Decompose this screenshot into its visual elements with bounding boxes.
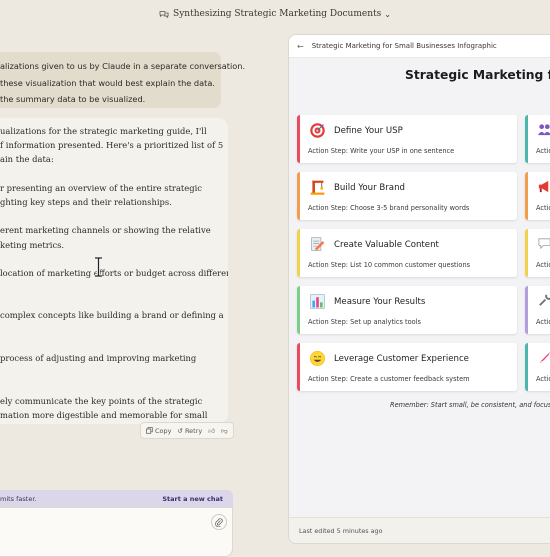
last-edited: Last edited 5 minutes ago (299, 526, 383, 535)
message-actions: Copy ↺ Retry 👍︎ 👎︎ (140, 422, 234, 439)
retry-icon: ↺ (177, 426, 183, 435)
back-arrow-icon[interactable]: ← (297, 42, 304, 51)
assistant-message-line (0, 294, 228, 308)
assistant-message-line (0, 280, 228, 294)
card-create-content: Create Valuable Content Action Step: Lis… (297, 229, 517, 277)
artifact-title: Strategic Marketing for Small Businesses… (311, 42, 497, 50)
card-action-step: Action Step: Set up analytics tools (308, 318, 421, 326)
smile-icon (310, 351, 325, 366)
chevron-down-icon: ⌄ (384, 9, 391, 19)
card-action-step: Actio (536, 147, 550, 155)
card-title: Leverage Customer Experience (334, 354, 469, 364)
card-title: Measure Your Results (334, 297, 426, 307)
assistant-message-line: ely communicate the key points of the st… (0, 395, 203, 406)
user-message: alizations given to us by Claude in a se… (0, 52, 246, 108)
attach-button[interactable] (211, 514, 227, 530)
assistant-message-line: erent marketing channels or showing the … (0, 225, 211, 236)
megaphone-icon (538, 180, 549, 193)
assistant-message-line (0, 365, 228, 379)
artifact-header: ← Strategic Marketing for Small Business… (289, 35, 550, 58)
reminder-text: Remember: Start small, be consistent, an… (390, 401, 550, 409)
retry-label: Retry (184, 426, 203, 435)
thumbs-up-icon[interactable]: 👍︎ (208, 427, 215, 435)
assistant-message-line (0, 209, 228, 223)
assistant-message-line: r presenting an overview of the entire s… (0, 182, 202, 193)
assistant-message-line: ualizations for the strategic marketing … (0, 126, 207, 136)
thumbs-down-icon[interactable]: 👎︎ (221, 427, 228, 435)
limit-banner: mits faster. Start a new chat (0, 490, 233, 507)
copy-icon (146, 427, 153, 434)
target-icon (310, 123, 325, 138)
assistant-message-line (0, 379, 228, 393)
banner-text: mits faster. (0, 494, 37, 503)
construction-icon (310, 180, 325, 195)
chat-bubbles-icon (159, 10, 169, 18)
side-card: Actio (525, 115, 550, 163)
copy-label: Copy (155, 426, 172, 435)
card-action-step: Action Step: Create a customer feedback … (308, 375, 470, 383)
start-new-chat-link[interactable]: Start a new chat (162, 495, 223, 503)
conversation-title-bar[interactable]: Synthesizing Strategic Marketing Documen… (0, 0, 550, 28)
card-action-step: Actio (536, 375, 550, 383)
assistant-message-line: f information presented. Here's a priori… (0, 140, 224, 151)
card-action-step: Actio (536, 204, 550, 212)
assistant-message-line: ghting key steps and their relationships… (0, 196, 172, 207)
card-action-step: Action Step: Write your USP in one sente… (308, 147, 455, 155)
user-message-line: the summary data to be visualized. (0, 94, 146, 104)
assistant-message-line (0, 337, 228, 351)
side-card: Actio (525, 229, 550, 277)
writing-icon (311, 237, 325, 251)
copy-button[interactable]: Copy (146, 427, 172, 435)
conversation-title: Synthesizing Strategic Marketing Documen… (173, 9, 382, 19)
side-card: Actio (525, 286, 550, 334)
assistant-message-line (0, 167, 228, 181)
side-card: Actio (525, 172, 550, 220)
card-define-usp: Define Your USP Action Step: Write your … (297, 115, 517, 163)
assistant-message-line: location of marketing efforts or budget … (0, 267, 228, 278)
artifact-footer: Last edited 5 minutes ago (289, 517, 550, 543)
wrench-icon (539, 294, 550, 306)
card-measure-results: Measure Your Results Action Step: Set up… (297, 286, 517, 334)
assistant-message-line: process of adjusting and improving marke… (0, 353, 197, 363)
assistant-message-line: keting metrics. (0, 239, 65, 250)
assistant-message-line: ain the data: (0, 154, 54, 165)
card-customer-experience: Leverage Customer Experience Action Step… (297, 343, 517, 391)
user-message-line: alizations given to us by Claude in a se… (0, 61, 246, 71)
assistant-message-line (0, 252, 228, 266)
assistant-message-line: complex concepts like building a brand o… (0, 310, 224, 321)
rocket-icon (539, 352, 550, 364)
people-icon (537, 124, 550, 136)
card-action-step: Action Step: List 10 common customer que… (308, 261, 471, 269)
assistant-message: ualizations for the strategic marketing … (0, 118, 228, 424)
chart-icon (310, 294, 325, 309)
card-title: Define Your USP (334, 126, 403, 136)
assistant-message-line (0, 323, 228, 337)
infographic-title: Strategic Marketing for S (405, 68, 550, 82)
assistant-message-line: mation more digestible and memorable for… (0, 409, 208, 420)
card-title: Create Valuable Content (334, 240, 439, 250)
card-action-step: Action Step: Choose 3-5 brand personalit… (308, 204, 470, 212)
card-title: Build Your Brand (334, 183, 405, 193)
artifact-panel: ← Strategic Marketing for Small Business… (288, 34, 550, 544)
user-message-line: these visualization that would best expl… (0, 77, 215, 88)
card-build-brand: Build Your Brand Action Step: Choose 3-5… (297, 172, 517, 220)
infographic: Strategic Marketing for S Define Your US… (289, 58, 550, 517)
retry-button[interactable]: ↺ Retry (178, 427, 203, 435)
card-action-step: Actio (536, 261, 550, 269)
text-cursor-icon (95, 257, 102, 277)
paperclip-icon (215, 517, 223, 527)
side-card: Actio (525, 343, 550, 391)
speech-bubble-icon (538, 238, 550, 250)
card-action-step: Actio (536, 318, 550, 326)
